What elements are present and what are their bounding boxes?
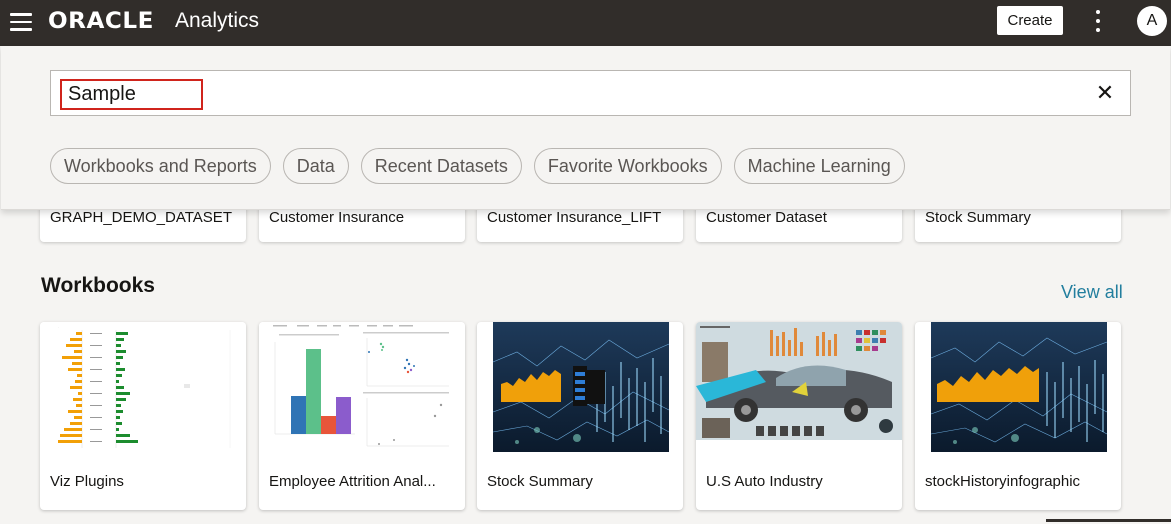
car-infographic-thumbnail xyxy=(696,322,902,452)
hamburger-menu-icon[interactable] xyxy=(10,13,32,31)
user-avatar[interactable]: A xyxy=(1137,6,1167,36)
stock-image-thumbnail xyxy=(477,322,683,452)
dataset-card-label: GRAPH_DEMO_DATASET xyxy=(50,209,232,226)
chip-workbooks-and-reports[interactable]: Workbooks and Reports xyxy=(50,148,271,184)
search-input[interactable] xyxy=(60,79,203,110)
workbook-card-label: U.S Auto Industry xyxy=(706,473,823,490)
stock-image-thumbnail xyxy=(915,322,1121,452)
workbook-card-employee-attrition[interactable]: Employee Attrition Anal... xyxy=(259,322,465,510)
top-header: ORACLE Analytics Create A xyxy=(0,0,1171,46)
chip-favorite-workbooks[interactable]: Favorite Workbooks xyxy=(533,148,722,184)
bar-chart-thumbnail: . xyxy=(40,322,246,452)
oracle-logo: ORACLE xyxy=(48,9,154,34)
workbook-card-label: Viz Plugins xyxy=(50,473,124,490)
chip-recent-datasets[interactable]: Recent Datasets xyxy=(360,148,522,184)
search-filter-chips: Workbooks and Reports Data Recent Datase… xyxy=(50,148,905,184)
workbook-card-label: stockHistoryinfographic xyxy=(925,473,1081,490)
workbook-card-stock-history-infographic[interactable]: stockHistoryinfographic xyxy=(915,322,1121,510)
search-panel: ✕ Workbooks and Reports Data Recent Data… xyxy=(1,46,1170,210)
workbook-card-us-auto-industry[interactable]: U.S Auto Industry xyxy=(696,322,902,510)
workbook-card-label: Employee Attrition Anal... xyxy=(269,473,436,490)
workbooks-section-title: Workbooks xyxy=(41,274,155,297)
bar-scatter-thumbnail xyxy=(259,322,465,452)
dataset-card-label: Stock Summary xyxy=(925,209,1031,226)
workbook-card-label: Stock Summary xyxy=(487,473,593,490)
workbook-card-viz-plugins[interactable]: . Viz Plugins xyxy=(40,322,246,510)
dataset-card-label: Customer Dataset xyxy=(706,209,827,226)
chip-machine-learning[interactable]: Machine Learning xyxy=(733,148,905,184)
more-options-icon[interactable] xyxy=(1088,10,1108,32)
create-button[interactable]: Create xyxy=(997,6,1063,35)
view-all-link[interactable]: View all xyxy=(1061,282,1123,303)
close-icon[interactable]: ✕ xyxy=(1094,82,1116,104)
dataset-card-label: Customer Insurance xyxy=(269,209,405,226)
search-box: ✕ xyxy=(50,70,1131,116)
dataset-card-label: Customer Insurance_LIFT xyxy=(487,209,662,226)
app-name: Analytics xyxy=(175,9,260,32)
horizontal-scrollbar[interactable] xyxy=(1046,519,1171,522)
chip-data[interactable]: Data xyxy=(282,148,349,184)
workbook-card-stock-summary[interactable]: Stock Summary xyxy=(477,322,683,510)
